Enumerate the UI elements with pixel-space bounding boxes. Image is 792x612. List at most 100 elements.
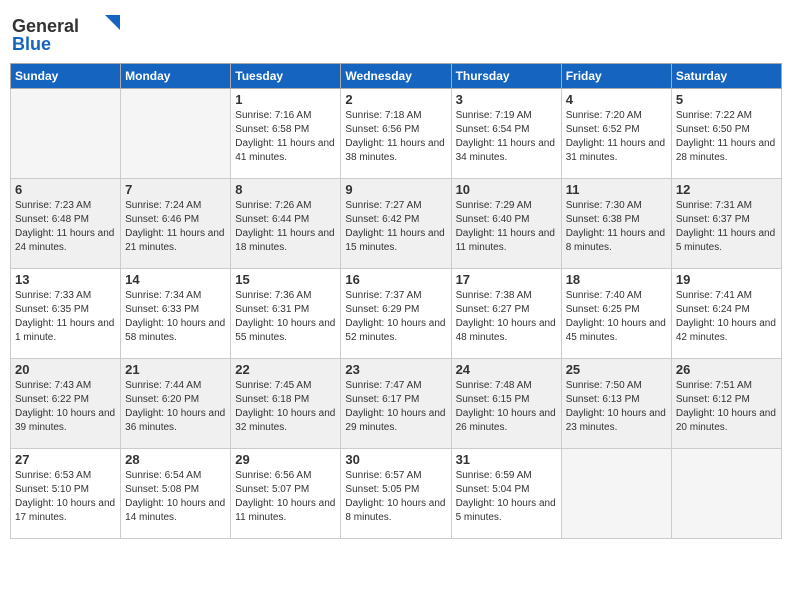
calendar-cell (121, 89, 231, 179)
day-info: Sunrise: 7:36 AM Sunset: 6:31 PM Dayligh… (235, 289, 336, 345)
calendar-cell: 29Sunrise: 6:56 AM Sunset: 5:07 PM Dayli… (231, 449, 341, 539)
day-number: 4 (566, 92, 667, 107)
header-saturday: Saturday (671, 64, 781, 89)
calendar-cell: 13 Sunrise: 7:33 AM Sunset: 6:35 PM Dayli… (11, 269, 121, 359)
day-info: Sunrise: 7:41 AM Sunset: 6:24 PM Dayligh… (676, 289, 777, 345)
calendar-cell: 12 Sunrise: 7:31 AM Sunset: 6:37 PM Dayli… (671, 179, 781, 269)
day-info: Sunrise: 6:56 AM Sunset: 5:07 PM Dayligh… (235, 469, 336, 525)
header-tuesday: Tuesday (231, 64, 341, 89)
day-number: 14 (125, 272, 226, 287)
calendar-cell: 19 Sunrise: 7:41 AM Sunset: 6:24 PM Dayli… (671, 269, 781, 359)
day-number: 8 (235, 182, 336, 197)
header-friday: Friday (561, 64, 671, 89)
calendar-week-1: 1 Sunrise: 7:16 AM Sunset: 6:58 PM Daylig… (11, 89, 782, 179)
day-number: 26 (676, 362, 777, 377)
day-info: Sunrise: 7:30 AM Sunset: 6:38 PM Dayligh… (566, 199, 667, 255)
calendar-cell: 23Sunrise: 7:47 AM Sunset: 6:17 PM Dayli… (341, 359, 451, 449)
day-number: 15 (235, 272, 336, 287)
day-number: 1 (235, 92, 336, 107)
day-info: Sunrise: 7:18 AM Sunset: 6:56 PM Dayligh… (345, 109, 446, 165)
day-number: 17 (456, 272, 557, 287)
calendar-cell: 30 Sunrise: 6:57 AM Sunset: 5:05 PM Dayli… (341, 449, 451, 539)
day-info: Sunrise: 7:50 AM Sunset: 6:13 PM Dayligh… (566, 379, 667, 435)
day-info: Sunrise: 7:34 AM Sunset: 6:33 PM Dayligh… (125, 289, 226, 345)
calendar-cell: 27 Sunrise: 6:53 AM Sunset: 5:10 PM Dayli… (11, 449, 121, 539)
calendar-week-5: 27 Sunrise: 6:53 AM Sunset: 5:10 PM Dayli… (11, 449, 782, 539)
calendar-cell: 16 Sunrise: 7:37 AM Sunset: 6:29 PM Dayli… (341, 269, 451, 359)
day-info: Sunrise: 7:23 AM Sunset: 6:48 PM Dayligh… (15, 199, 116, 255)
day-number: 5 (676, 92, 777, 107)
calendar-header-row: SundayMondayTuesdayWednesdayThursdayFrid… (11, 64, 782, 89)
header-monday: Monday (121, 64, 231, 89)
day-number: 30 (345, 452, 446, 467)
day-number: 7 (125, 182, 226, 197)
calendar-cell: 1 Sunrise: 7:16 AM Sunset: 6:58 PM Daylig… (231, 89, 341, 179)
day-number: 12 (676, 182, 777, 197)
page-header: General Blue (10, 10, 782, 55)
calendar-cell: 3 Sunrise: 7:19 AM Sunset: 6:54 PM Daylig… (451, 89, 561, 179)
day-info: Sunrise: 6:53 AM Sunset: 5:10 PM Dayligh… (15, 469, 116, 525)
day-number: 28 (125, 452, 226, 467)
calendar-week-4: 20 Sunrise: 7:43 AM Sunset: 6:22 PM Dayli… (11, 359, 782, 449)
day-info: Sunrise: 7:31 AM Sunset: 6:37 PM Dayligh… (676, 199, 777, 255)
calendar-cell: 17 Sunrise: 7:38 AM Sunset: 6:27 PM Dayli… (451, 269, 561, 359)
calendar-cell: 28Sunrise: 6:54 AM Sunset: 5:08 PM Dayli… (121, 449, 231, 539)
calendar-cell: 4 Sunrise: 7:20 AM Sunset: 6:52 PM Daylig… (561, 89, 671, 179)
calendar-week-3: 13 Sunrise: 7:33 AM Sunset: 6:35 PM Dayli… (11, 269, 782, 359)
day-number: 23 (345, 362, 446, 377)
day-info: Sunrise: 7:20 AM Sunset: 6:52 PM Dayligh… (566, 109, 667, 165)
day-number: 18 (566, 272, 667, 287)
calendar-cell: 21Sunrise: 7:44 AM Sunset: 6:20 PM Dayli… (121, 359, 231, 449)
calendar-cell: 20 Sunrise: 7:43 AM Sunset: 6:22 PM Dayli… (11, 359, 121, 449)
day-number: 31 (456, 452, 557, 467)
day-info: Sunrise: 7:29 AM Sunset: 6:40 PM Dayligh… (456, 199, 557, 255)
day-number: 2 (345, 92, 446, 107)
day-number: 6 (15, 182, 116, 197)
svg-text:General: General (12, 16, 79, 36)
calendar-cell: 10Sunrise: 7:29 AM Sunset: 6:40 PM Dayli… (451, 179, 561, 269)
day-info: Sunrise: 7:45 AM Sunset: 6:18 PM Dayligh… (235, 379, 336, 435)
calendar-table: SundayMondayTuesdayWednesdayThursdayFrid… (10, 63, 782, 539)
calendar-cell: 24 Sunrise: 7:48 AM Sunset: 6:15 PM Dayli… (451, 359, 561, 449)
calendar-cell: 18Sunrise: 7:40 AM Sunset: 6:25 PM Dayli… (561, 269, 671, 359)
day-info: Sunrise: 7:37 AM Sunset: 6:29 PM Dayligh… (345, 289, 446, 345)
day-number: 19 (676, 272, 777, 287)
day-info: Sunrise: 7:27 AM Sunset: 6:42 PM Dayligh… (345, 199, 446, 255)
day-number: 3 (456, 92, 557, 107)
day-info: Sunrise: 7:19 AM Sunset: 6:54 PM Dayligh… (456, 109, 557, 165)
calendar-cell: 22 Sunrise: 7:45 AM Sunset: 6:18 PM Dayli… (231, 359, 341, 449)
day-number: 11 (566, 182, 667, 197)
calendar-cell: 26 Sunrise: 7:51 AM Sunset: 6:12 PM Dayli… (671, 359, 781, 449)
day-number: 16 (345, 272, 446, 287)
header-sunday: Sunday (11, 64, 121, 89)
day-info: Sunrise: 6:59 AM Sunset: 5:04 PM Dayligh… (456, 469, 557, 525)
logo: General Blue (10, 10, 124, 55)
day-number: 24 (456, 362, 557, 377)
day-info: Sunrise: 7:38 AM Sunset: 6:27 PM Dayligh… (456, 289, 557, 345)
day-number: 25 (566, 362, 667, 377)
calendar-cell: 7 Sunrise: 7:24 AM Sunset: 6:46 PM Daylig… (121, 179, 231, 269)
calendar-week-2: 6 Sunrise: 7:23 AM Sunset: 6:48 PM Daylig… (11, 179, 782, 269)
logo-svg: General Blue (10, 10, 120, 55)
calendar-cell: 15 Sunrise: 7:36 AM Sunset: 6:31 PM Dayli… (231, 269, 341, 359)
day-number: 9 (345, 182, 446, 197)
day-info: Sunrise: 7:48 AM Sunset: 6:15 PM Dayligh… (456, 379, 557, 435)
day-number: 27 (15, 452, 116, 467)
day-number: 22 (235, 362, 336, 377)
day-info: Sunrise: 7:26 AM Sunset: 6:44 PM Dayligh… (235, 199, 336, 255)
day-info: Sunrise: 7:33 AM Sunset: 6:35 PM Dayligh… (15, 289, 116, 345)
calendar-cell (11, 89, 121, 179)
day-number: 21 (125, 362, 226, 377)
day-info: Sunrise: 6:57 AM Sunset: 5:05 PM Dayligh… (345, 469, 446, 525)
day-info: Sunrise: 7:24 AM Sunset: 6:46 PM Dayligh… (125, 199, 226, 255)
calendar-cell: 31 Sunrise: 6:59 AM Sunset: 5:04 PM Dayli… (451, 449, 561, 539)
day-info: Sunrise: 7:22 AM Sunset: 6:50 PM Dayligh… (676, 109, 777, 165)
calendar-cell: 11 Sunrise: 7:30 AM Sunset: 6:38 PM Dayli… (561, 179, 671, 269)
day-number: 13 (15, 272, 116, 287)
day-info: Sunrise: 7:51 AM Sunset: 6:12 PM Dayligh… (676, 379, 777, 435)
calendar-cell (561, 449, 671, 539)
header-wednesday: Wednesday (341, 64, 451, 89)
day-info: Sunrise: 7:16 AM Sunset: 6:58 PM Dayligh… (235, 109, 336, 165)
day-info: Sunrise: 7:43 AM Sunset: 6:22 PM Dayligh… (15, 379, 116, 435)
day-number: 20 (15, 362, 116, 377)
